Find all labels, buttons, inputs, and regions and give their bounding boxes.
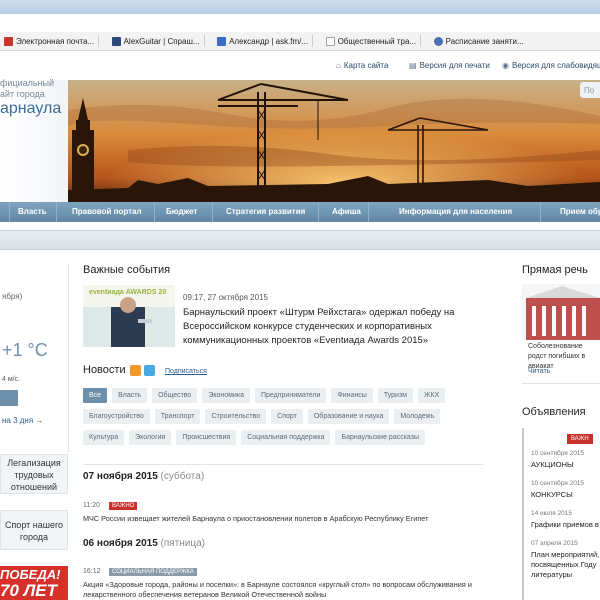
announcement-2-date: 10 сентября 2015 xyxy=(531,480,585,487)
tag-construction[interactable]: Строительство xyxy=(205,409,267,424)
event-image-text: eventиада AWARDS 20 xyxy=(89,289,167,296)
tag-tourism[interactable]: Туризм xyxy=(377,388,413,403)
city-sport-banner[interactable]: Спорт нашего города xyxy=(0,510,68,550)
askfm-icon xyxy=(217,36,227,46)
nav-item-reception[interactable]: Прием обр xyxy=(560,207,600,216)
weather-temperature: +1 °C xyxy=(2,340,48,360)
announcement-1-text[interactable]: АУКЦИОНЫ xyxy=(531,460,574,469)
announcement-4-text[interactable]: План мероприятий, посвященных Году литер… xyxy=(531,550,600,580)
tag-barnaul-stories[interactable]: Барнаульские рассказы xyxy=(335,430,425,445)
search-input[interactable]: По xyxy=(580,82,600,98)
direct-speech-image[interactable] xyxy=(522,284,600,340)
event-timestamp: 09:17, 27 октября 2015 xyxy=(183,293,268,302)
site-icon xyxy=(111,36,121,46)
tag-culture[interactable]: Культура xyxy=(83,430,125,445)
main-navigation: Власть Правовой портал Бюджет Стратегия … xyxy=(0,202,600,222)
divider xyxy=(83,464,483,465)
schedule-icon xyxy=(433,36,443,46)
low-vision-link[interactable]: ◉ Версия для слабовидящих xyxy=(502,58,600,72)
tag-business[interactable]: Предприниматели xyxy=(255,388,327,403)
weather-date: ября) xyxy=(2,292,23,301)
announcement-2-text[interactable]: КОНКУРСЫ xyxy=(531,490,573,499)
weather-widget: ября) +1 °C 4 м/с. на 3 дня → xyxy=(0,264,69,452)
news-2-text[interactable]: Акция «Здоровые города, районы и поселки… xyxy=(83,580,498,600)
tag-housing[interactable]: ЖКХ xyxy=(417,388,446,403)
bookmark-alexguitar[interactable]: AlexGuitar | Спраш... xyxy=(108,32,205,50)
announcement-3-text[interactable]: Графики приемов в xyxy=(531,520,599,529)
legalization-banner[interactable]: Легализация трудовых отношений xyxy=(0,454,68,494)
nav-item-strategy[interactable]: Стратегия развития xyxy=(226,207,305,216)
news-day-2: 06 ноября 2015 (пятница) xyxy=(83,538,206,549)
read-link[interactable]: Читать xyxy=(528,368,550,375)
tag-transport[interactable]: Транспорт xyxy=(154,409,201,424)
events-title: Важные события xyxy=(83,264,171,276)
tag-improvement[interactable]: Благоустройство xyxy=(83,409,150,424)
bookmark-mail[interactable]: Электронная почта... xyxy=(0,32,100,50)
bookmark-schedule[interactable]: Расписание заняти... xyxy=(430,32,524,50)
nav-item-afisha[interactable]: Афиша xyxy=(332,207,361,216)
printer-icon: ▤ xyxy=(409,60,417,70)
browser-tab-strip xyxy=(0,14,600,32)
announcement-3-date: 14 июля 2015 xyxy=(531,510,572,517)
divider xyxy=(522,383,600,384)
news-title: Новости xyxy=(83,364,126,376)
browser-title-bar xyxy=(0,0,600,15)
tag-education[interactable]: Образование и наука xyxy=(307,409,390,424)
weather-wind: 4 м/с. xyxy=(2,376,21,383)
news-2-badge: социальная поддержка xyxy=(109,568,197,576)
print-version-link[interactable]: ▤ Версия для печати xyxy=(409,58,490,72)
eye-icon: ◉ xyxy=(502,60,509,70)
announcements-badge: важн xyxy=(567,434,593,444)
rss-icon[interactable] xyxy=(130,365,141,376)
tag-incidents[interactable]: Происшествия xyxy=(176,430,237,445)
sub-navigation-bar xyxy=(0,230,600,250)
tag-vlast[interactable]: Власть xyxy=(112,388,148,403)
tag-social-support[interactable]: Социальная поддержка xyxy=(241,430,331,445)
announcement-1-date: 10 сентября 2015 xyxy=(531,450,585,457)
news-tags: Все Власть Общество Экономика Предпринимател… xyxy=(83,388,483,451)
bookmark-transport[interactable]: Общественный тра... xyxy=(322,32,422,50)
tag-economy[interactable]: Экономика xyxy=(202,388,250,403)
forecast-link[interactable]: на 3 дня → xyxy=(2,416,43,425)
tag-finance[interactable]: Финансы xyxy=(331,388,373,403)
news-1-badge: важно xyxy=(109,502,138,510)
news-2-time: 16:12 xyxy=(83,568,101,575)
nav-item-budget[interactable]: Бюджет xyxy=(166,207,197,216)
twitter-icon[interactable] xyxy=(144,365,155,376)
tag-all[interactable]: Все xyxy=(83,388,108,403)
tag-ecology[interactable]: Экология xyxy=(129,430,172,445)
direct-speech-title: Прямая речь xyxy=(522,264,588,276)
event-image[interactable]: eventиада AWARDS 20 xyxy=(83,285,175,347)
header-banner-image xyxy=(68,80,600,202)
sitemap-icon: ⌂ xyxy=(336,60,341,70)
nav-item-info[interactable]: Информация для населения xyxy=(399,207,512,216)
subscribe-link[interactable]: Подписаться xyxy=(165,368,207,375)
news-day-1: 07 ноября 2015 (суббота) xyxy=(83,471,205,482)
mail-icon xyxy=(4,36,13,46)
weather-button[interactable] xyxy=(0,390,18,406)
nav-item-vlast[interactable]: Власть xyxy=(18,207,47,216)
tag-youth[interactable]: Молодежь xyxy=(394,409,441,424)
page-icon xyxy=(325,36,335,46)
tag-society[interactable]: Общество xyxy=(152,388,198,403)
event-headline[interactable]: Барнаульский проект «Штурм Рейхстага» од… xyxy=(183,306,483,348)
news-1-time: 11:20 xyxy=(83,502,100,509)
announcement-4-date: 07 апреля 2015 xyxy=(531,540,578,547)
news-1-text[interactable]: МЧС России извещает жителей Барнаула о п… xyxy=(83,514,493,523)
site-title-small: фициальный айт города xyxy=(0,78,55,99)
victory-promo-banner[interactable]: ПОБЕДА! 70 ЛЕТ xyxy=(0,566,68,600)
bookmarks-bar: Электронная почта... AlexGuitar | Спраш.… xyxy=(0,32,600,51)
sitemap-link[interactable]: ⌂ Карта сайта xyxy=(336,58,388,72)
bookmark-askfm[interactable]: Александр | ask.fm/... xyxy=(213,32,314,50)
tag-sport[interactable]: Спорт xyxy=(271,409,303,424)
announcements-title: Объявления xyxy=(522,406,586,418)
site-title-city: арнаула xyxy=(0,100,62,117)
nav-item-legal-portal[interactable]: Правовой портал xyxy=(72,207,142,216)
